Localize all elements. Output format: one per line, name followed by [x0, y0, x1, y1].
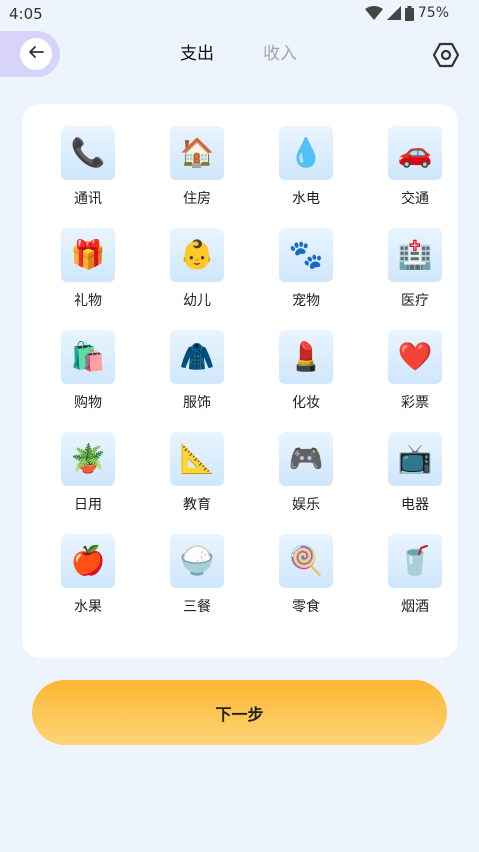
category-icon: 🚗 [388, 126, 442, 180]
category-item[interactable]: 🚗 交通 [375, 126, 455, 216]
category-label: 购物 [74, 395, 102, 411]
category-label: 交通 [401, 191, 429, 207]
category-icon: 🍎 [61, 534, 115, 588]
category-label: 彩票 [401, 395, 429, 411]
category-icon: ❤️ [388, 330, 442, 384]
category-icon: 💄 [279, 330, 333, 384]
category-item[interactable]: 🎮 娱乐 [266, 432, 346, 522]
category-icon: 🍚 [170, 534, 224, 588]
category-item[interactable]: 🪴 日用 [48, 432, 128, 522]
category-label: 烟酒 [401, 599, 429, 615]
category-icon: 🪴 [61, 432, 115, 486]
category-icon: 🥤 [388, 534, 442, 588]
back-button[interactable] [20, 38, 52, 70]
category-item[interactable]: 🥤 烟酒 [375, 534, 455, 624]
category-item[interactable]: 📞 通讯 [48, 126, 128, 216]
battery-icon [404, 5, 414, 21]
category-icon: 🎮 [279, 432, 333, 486]
category-item[interactable]: 🍎 水果 [48, 534, 128, 624]
category-label: 宠物 [292, 293, 320, 309]
category-item[interactable]: ❤️ 彩票 [375, 330, 455, 420]
category-item[interactable]: 🛍️ 购物 [48, 330, 128, 420]
category-icon: 🐾 [279, 228, 333, 282]
category-item[interactable]: 🏠 住房 [157, 126, 237, 216]
category-item[interactable]: 📺 电器 [375, 432, 455, 522]
hexagon-settings-icon [432, 42, 460, 73]
category-label: 礼物 [74, 293, 102, 309]
category-label: 水果 [74, 599, 102, 615]
tab-income[interactable]: 收入 [263, 43, 297, 65]
category-label: 住房 [183, 191, 211, 207]
category-label: 娱乐 [292, 497, 320, 513]
category-icon: 📺 [388, 432, 442, 486]
category-icon: 🏠 [170, 126, 224, 180]
category-label: 化妆 [292, 395, 320, 411]
category-item[interactable]: 🍚 三餐 [157, 534, 237, 624]
category-icon: 👶 [170, 228, 224, 282]
category-label: 三餐 [183, 599, 211, 615]
category-icon: 🎁 [61, 228, 115, 282]
category-grid: 📞 通讯 🏠 住房 💧 水电 🚗 交通 🎁 礼物 👶 幼儿 🐾 宠物 🏥 医疗 🛍️ 购物 🧥 服饰 💄 化妆 ❤️ 彩票 🪴 日… [22, 104, 458, 658]
category-item[interactable]: 🎁 礼物 [48, 228, 128, 318]
category-item[interactable]: 👶 幼儿 [157, 228, 237, 318]
category-label: 服饰 [183, 395, 211, 411]
settings-button[interactable] [432, 41, 460, 69]
wifi-icon [364, 6, 383, 20]
category-label: 零食 [292, 599, 320, 615]
category-label: 水电 [292, 191, 320, 207]
category-icon: 🧥 [170, 330, 224, 384]
category-label: 幼儿 [183, 293, 211, 309]
category-item[interactable]: 🍭 零食 [266, 534, 346, 624]
next-button[interactable]: 下一步 [32, 680, 447, 745]
category-icon: 💧 [279, 126, 333, 180]
status-bar: 4:05 75% [0, 0, 479, 28]
category-item[interactable]: 💄 化妆 [266, 330, 346, 420]
category-item[interactable]: 🐾 宠物 [266, 228, 346, 318]
status-icons: 75% [364, 5, 449, 21]
category-item[interactable]: 🏥 医疗 [375, 228, 455, 318]
battery-percent: 75% [417, 5, 449, 21]
category-label: 电器 [401, 497, 429, 513]
category-label: 教育 [183, 497, 211, 513]
category-label: 医疗 [401, 293, 429, 309]
category-item[interactable]: 💧 水电 [266, 126, 346, 216]
category-icon: 📐 [170, 432, 224, 486]
category-icon: 🏥 [388, 228, 442, 282]
category-item[interactable]: 🧥 服饰 [157, 330, 237, 420]
arrow-left-icon [27, 43, 45, 65]
category-item[interactable]: 📐 教育 [157, 432, 237, 522]
status-time: 4:05 [9, 5, 43, 23]
category-label: 日用 [74, 497, 102, 513]
category-icon: 🍭 [279, 534, 333, 588]
category-label: 通讯 [74, 191, 102, 207]
category-icon: 🛍️ [61, 330, 115, 384]
cell-signal-icon [386, 6, 401, 20]
category-icon: 📞 [61, 126, 115, 180]
tab-expense[interactable]: 支出 [180, 43, 214, 65]
